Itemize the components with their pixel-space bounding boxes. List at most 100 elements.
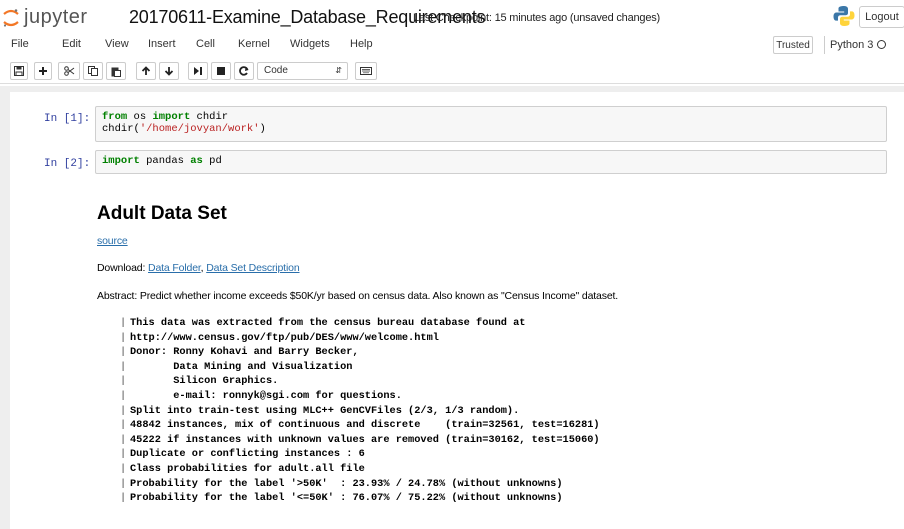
save-icon: [14, 66, 24, 76]
pipe-marker: |: [120, 346, 127, 359]
cell-1-prompt: In [1]:: [44, 113, 91, 125]
description-line-text: Donor: Ronny Kohavi and Barry Becker,: [130, 346, 359, 359]
move-down-button[interactable]: [159, 62, 179, 80]
description-line: | Probability for the label '<=50K' : 76.…: [120, 491, 600, 506]
download-label: Download:: [97, 262, 149, 274]
copy-icon: [88, 66, 98, 76]
code-token: pandas: [139, 155, 191, 167]
code-token: ): [259, 123, 266, 135]
code-line: chdir('/home/jovyan/work'): [102, 123, 880, 135]
pipe-marker: |: [120, 419, 127, 432]
code-line: from os import chdir: [102, 111, 880, 123]
pipe-marker: |: [120, 477, 127, 490]
menubar: File Edit View Insert Cell Kernel Widget…: [0, 34, 904, 58]
cut-icon: [63, 66, 75, 76]
code-keyword: as: [190, 155, 203, 167]
pipe-marker: |: [120, 360, 127, 373]
python-logo-icon: [833, 5, 855, 27]
jupyter-logo-icon: [2, 8, 20, 27]
code-cell-2[interactable]: import pandas as pd: [95, 150, 887, 174]
keyboard-icon: [360, 67, 372, 75]
description-line: | e-mail: ronnyk@sgi.com for questions.: [120, 389, 600, 404]
pipe-marker: |: [120, 492, 127, 505]
description-line: | This data was extracted from the census…: [120, 316, 600, 331]
pipe-marker: |: [120, 448, 127, 461]
description-line-text: This data was extracted from the census …: [130, 317, 526, 329]
menu-cell[interactable]: Cell: [196, 38, 215, 50]
logout-button[interactable]: Logout: [859, 6, 904, 28]
source-paragraph: source: [97, 235, 128, 247]
abstract-text: Abstract: Predict whether income exceeds…: [97, 290, 619, 302]
code-line: import pandas as pd: [102, 155, 880, 167]
description-line: | Silicon Graphics.: [120, 374, 600, 389]
pipe-marker: |: [120, 331, 127, 344]
description-line-text: Duplicate or conflicting instances : 6: [130, 448, 365, 461]
cut-button[interactable]: [58, 62, 80, 80]
description-line-text: Silicon Graphics.: [130, 375, 279, 388]
description-line: | Probability for the label '>50K' : 23.9…: [120, 477, 600, 492]
move-up-button[interactable]: [136, 62, 156, 80]
pipe-marker: |: [120, 404, 127, 417]
description-line-text: Probability for the label '<=50K' : 76.0…: [130, 492, 563, 505]
logo-text: jupyter: [24, 5, 88, 28]
restart-button[interactable]: [234, 62, 254, 80]
menu-insert[interactable]: Insert: [148, 38, 176, 50]
header: jupyter 20170611-Examine_Database_Requir…: [0, 0, 904, 32]
pipe-marker: |: [120, 375, 127, 388]
trusted-button[interactable]: Trusted: [773, 36, 813, 54]
run-button[interactable]: [188, 62, 208, 80]
restart-icon: [239, 66, 249, 76]
jupyter-logo[interactable]: jupyter: [2, 6, 122, 28]
code-token: pd: [202, 155, 222, 167]
description-line: | Duplicate or conflicting instances : 6: [120, 447, 600, 462]
menu-view[interactable]: View: [105, 38, 129, 50]
markdown-heading: Adult Data Set: [97, 203, 227, 224]
keyboard-shortcuts-button[interactable]: [355, 62, 377, 80]
code-string: '/home/jovyan/work': [139, 123, 260, 135]
code-keyword: import: [152, 111, 191, 123]
data-folder-link[interactable]: Data Folder: [148, 262, 201, 274]
description-line-text: Split into train-test using MLC++ GenCVF…: [130, 404, 520, 417]
description-line-text: e-mail: ronnyk@sgi.com for questions.: [130, 389, 402, 402]
pipe-marker: |: [120, 317, 127, 329]
code-token: chdir: [190, 111, 229, 123]
dataset-description-block: | This data was extracted from the census…: [120, 316, 600, 506]
pipe-marker: |: [120, 462, 127, 475]
description-line: | 48842 instances, mix of continuous and …: [120, 418, 600, 433]
move-up-icon: [141, 66, 151, 76]
code-cell-1[interactable]: from os import chdir chdir('/home/jovyan/…: [95, 106, 887, 142]
description-line-text: http://www.census.gov/ftp/pub/DES/www/we…: [130, 331, 439, 344]
pipe-marker: |: [120, 389, 127, 402]
menu-edit[interactable]: Edit: [62, 38, 81, 50]
description-line: | http://www.census.gov/ftp/pub/DES/www/w…: [120, 331, 600, 346]
menu-file[interactable]: File: [11, 38, 29, 50]
paste-icon: [111, 66, 121, 77]
pipe-marker: |: [120, 433, 127, 446]
cell-type-value: Code: [264, 65, 288, 76]
description-line-text: Probability for the label '>50K' : 23.93…: [130, 477, 563, 490]
description-line: | Class probabilities for adult.all file: [120, 462, 600, 477]
copy-button[interactable]: [83, 62, 103, 80]
menu-widgets[interactable]: Widgets: [290, 38, 330, 50]
menu-help[interactable]: Help: [350, 38, 373, 50]
kernel-name: Python 3: [830, 39, 874, 51]
paste-button[interactable]: [106, 62, 126, 80]
cell-2-prompt: In [2]:: [44, 158, 91, 170]
menu-kernel[interactable]: Kernel: [238, 38, 270, 50]
code-token: os: [127, 111, 153, 123]
cell-type-select[interactable]: Code ⇵: [257, 62, 348, 80]
data-set-description-link[interactable]: Data Set Description: [206, 262, 299, 274]
kernel-indicator[interactable]: Python 3: [830, 39, 887, 51]
save-button[interactable]: [10, 62, 28, 80]
kernel-idle-icon: [877, 40, 887, 49]
download-paragraph: Download: Data Folder, Data Set Descript…: [97, 262, 300, 274]
description-line-text: Data Mining and Visualization: [130, 360, 353, 373]
add-cell-button[interactable]: [34, 62, 52, 80]
description-line-text: Class probabilities for adult.all file: [130, 462, 365, 475]
description-line: | Split into train-test using MLC++ GenCV…: [120, 404, 600, 419]
add-icon: [38, 66, 48, 76]
stop-button[interactable]: [211, 62, 231, 80]
description-line-text: 45222 if instances with unknown values a…: [130, 433, 600, 446]
checkpoint-status: Last Checkpoint: 15 minutes ago (unsaved…: [413, 12, 661, 24]
source-link[interactable]: source: [97, 235, 128, 247]
